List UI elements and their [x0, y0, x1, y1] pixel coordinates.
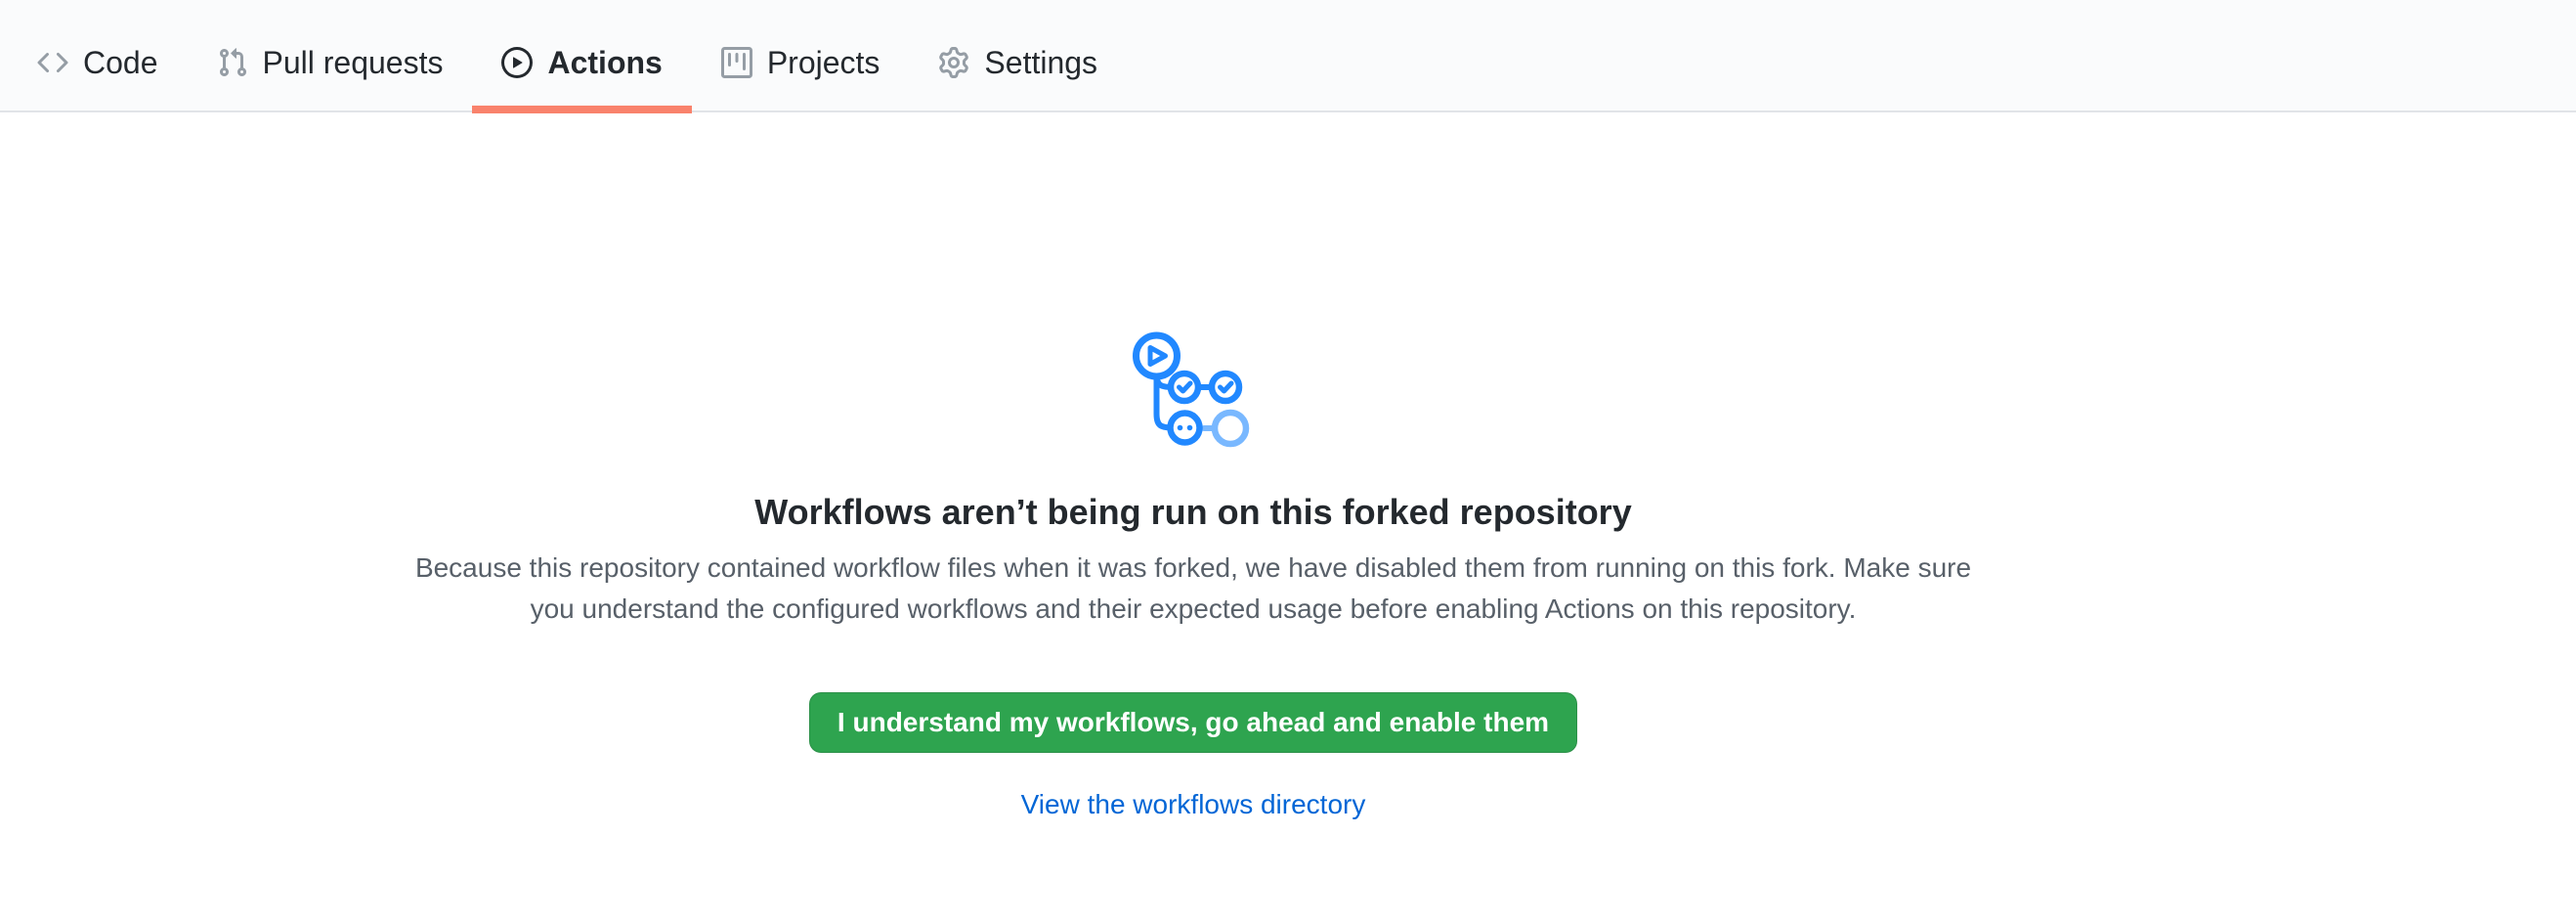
pull-request-icon	[217, 47, 248, 78]
play-circle-icon	[501, 47, 533, 78]
page-title: Workflows aren’t being run on this forke…	[392, 490, 1995, 534]
repo-nav: Code Pull requests Actions Projects Sett	[0, 0, 2576, 112]
tab-label: Actions	[547, 47, 662, 78]
gear-icon	[938, 47, 969, 78]
tab-label: Projects	[767, 47, 880, 78]
enable-workflows-button[interactable]: I understand my workflows, go ahead and …	[809, 692, 1577, 753]
tab-settings[interactable]: Settings	[909, 15, 1127, 110]
workflow-graph-icon	[1130, 328, 1257, 451]
project-icon	[721, 47, 752, 78]
actions-page: Code Pull requests Actions Projects Sett	[0, 0, 2576, 923]
fork-warning-text: Because this repository contained workfl…	[392, 548, 1995, 630]
tab-label: Settings	[984, 47, 1097, 78]
tab-label: Pull requests	[263, 47, 444, 78]
tab-projects[interactable]: Projects	[692, 15, 910, 110]
tab-code[interactable]: Code	[8, 15, 188, 110]
view-workflows-directory-link[interactable]: View the workflows directory	[392, 784, 1995, 825]
tab-actions[interactable]: Actions	[472, 15, 691, 110]
tab-label: Code	[83, 47, 158, 78]
tab-pull-requests[interactable]: Pull requests	[188, 15, 473, 110]
blankslate: Workflows aren’t being run on this forke…	[392, 328, 1995, 825]
code-icon	[37, 47, 68, 78]
